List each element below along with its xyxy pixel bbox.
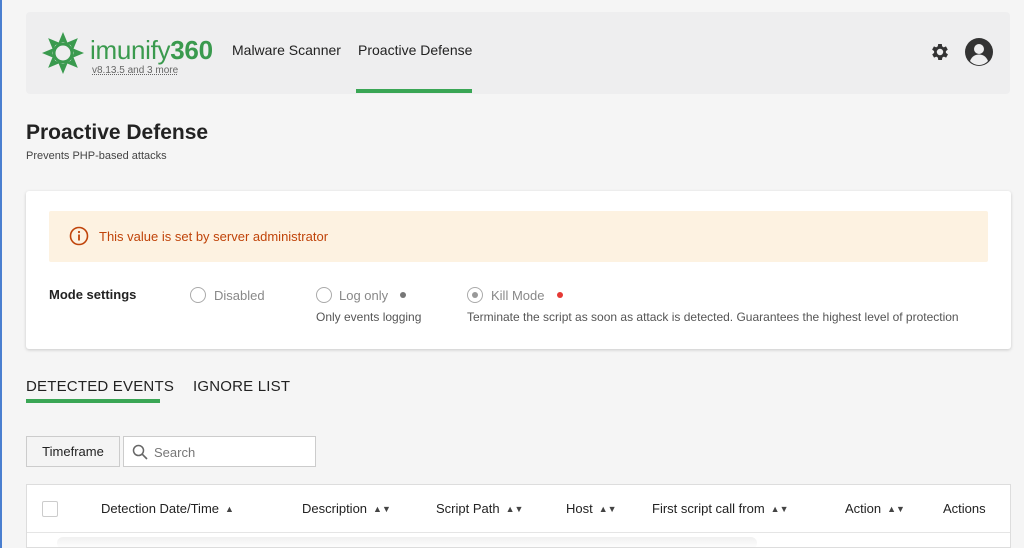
- info-icon: [69, 226, 89, 246]
- sort-asc-icon: ▲: [225, 504, 234, 514]
- loading-row-placeholder: [57, 537, 757, 548]
- events-table: Detection Date/Time ▲ Description ▲▼ Scrip…: [26, 484, 1011, 548]
- nav-proactive-defense[interactable]: Proactive Defense: [358, 42, 472, 58]
- log-only-status-dot: [400, 292, 406, 298]
- radio-disabled[interactable]: [190, 287, 206, 303]
- tab-ignore-list[interactable]: IGNORE LIST: [193, 378, 290, 395]
- table-header: Detection Date/Time ▲ Description ▲▼ Scrip…: [27, 485, 1010, 533]
- column-script-path[interactable]: Script Path ▲▼: [436, 501, 523, 516]
- radio-log-only[interactable]: [316, 287, 332, 303]
- logo-text[interactable]: imunify360: [90, 35, 213, 66]
- search-box[interactable]: [123, 436, 316, 467]
- sort-icon: ▲▼: [770, 504, 789, 514]
- kill-mode-description: Terminate the script as soon as attack i…: [467, 310, 959, 324]
- radio-log-only-label[interactable]: Log only: [339, 288, 388, 303]
- user-avatar-icon[interactable]: [965, 38, 993, 66]
- column-detection-date-label: Detection Date/Time: [101, 501, 220, 516]
- column-detection-date[interactable]: Detection Date/Time ▲: [101, 501, 234, 516]
- radio-kill-mode-label[interactable]: Kill Mode: [491, 288, 544, 303]
- search-input[interactable]: [154, 441, 309, 463]
- column-script-path-label: Script Path: [436, 501, 500, 516]
- sort-icon: ▲▼: [373, 504, 391, 514]
- timeframe-button[interactable]: Timeframe: [26, 436, 120, 467]
- tab-detected-events[interactable]: DETECTED EVENTS: [26, 378, 174, 395]
- nav-malware-scanner[interactable]: Malware Scanner: [232, 42, 341, 58]
- top-navigation-bar: imunify360 v8.13.5 and 3 more Malware Sc…: [26, 12, 1010, 94]
- sort-icon: ▲▼: [598, 504, 617, 514]
- gear-icon[interactable]: [929, 41, 951, 63]
- column-description[interactable]: Description ▲▼: [302, 501, 391, 516]
- tab-active-indicator: [26, 399, 160, 403]
- admin-notice-alert: This value is set by server administrato…: [49, 211, 988, 262]
- column-actions-label: Actions: [943, 501, 986, 516]
- radio-kill-mode[interactable]: [467, 287, 483, 303]
- column-action-label: Action: [845, 501, 882, 516]
- column-first-script-call[interactable]: First script call from ▲▼: [652, 501, 789, 516]
- column-actions: Actions: [943, 501, 986, 516]
- page-title: Proactive Defense: [26, 121, 209, 144]
- column-host-label: Host: [566, 501, 593, 516]
- sort-icon: ▲▼: [505, 504, 524, 514]
- kill-mode-status-dot: [557, 292, 563, 298]
- page-subtitle: Prevents PHP-based attacks: [26, 150, 167, 162]
- version-link[interactable]: v8.13.5 and 3 more: [92, 65, 178, 76]
- logo-text-bold: 360: [170, 35, 213, 65]
- log-only-description: Only events logging: [316, 310, 422, 324]
- alert-message: This value is set by server administrato…: [99, 229, 329, 244]
- sort-icon: ▲▼: [887, 504, 905, 514]
- logo-text-light: imunify: [90, 35, 171, 65]
- column-first-script-call-label: First script call from: [652, 501, 765, 516]
- mode-settings-card: This value is set by server administrato…: [26, 191, 1011, 349]
- nav-active-indicator: [356, 89, 472, 93]
- imunify-logo-icon[interactable]: [40, 30, 86, 76]
- radio-disabled-label[interactable]: Disabled: [214, 288, 265, 303]
- select-all-checkbox[interactable]: [42, 501, 58, 517]
- column-action[interactable]: Action ▲▼: [845, 501, 905, 516]
- search-icon: [132, 444, 148, 460]
- column-description-label: Description: [302, 501, 368, 516]
- column-host[interactable]: Host ▲▼: [566, 501, 617, 516]
- mode-settings-label: Mode settings: [49, 287, 137, 302]
